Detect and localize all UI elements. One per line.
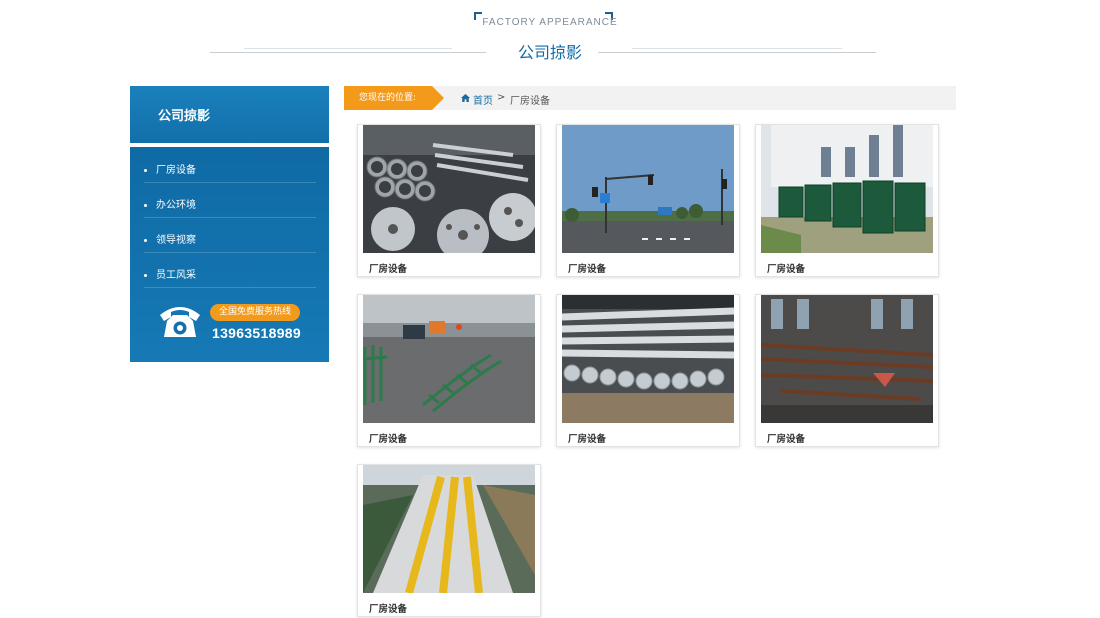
card-caption[interactable]: 厂房设备 [568,261,606,275]
card-caption[interactable]: 厂房设备 [767,431,805,445]
gallery-card[interactable]: 厂房设备 [556,294,740,447]
sidebar-item-office-environment[interactable]: 办公环境 [144,184,316,218]
sidebar-item-factory-equipment[interactable]: 厂房设备 [144,149,316,183]
road-guardrail-installation-photo[interactable] [363,295,535,423]
card-caption[interactable]: 厂房设备 [369,261,407,275]
card-caption[interactable]: 厂房设备 [369,601,407,615]
sidebar-menu: 厂房设备 办公环境 领导视察 员工风采 全国免费服务热线 13963518989 [130,147,329,362]
breadcrumb-home-link[interactable]: 首页 [473,92,493,107]
card-caption[interactable]: 厂房设备 [568,431,606,445]
card-caption[interactable]: 厂房设备 [369,431,407,445]
breadcrumb-current: 厂房设备 [510,96,550,107]
telephone-icon [158,301,202,341]
header-divider-right [598,52,876,53]
sidebar-item-staff-style[interactable]: 员工风采 [144,254,316,288]
header-divider-left-upper [244,48,452,49]
gallery-card[interactable]: 厂房设备 [755,124,939,277]
header-divider-left [210,52,486,53]
sidebar-item-label: 厂房设备 [156,165,196,176]
section-title-cn: 公司掠影 [517,43,582,62]
sidebar-item-label: 办公环境 [156,200,196,211]
traffic-signal-road-photo[interactable] [562,125,734,253]
card-caption[interactable]: 厂房设备 [767,261,805,275]
bullet-icon [144,168,147,172]
gallery-card[interactable]: 厂房设备 [755,294,939,447]
gallery-card[interactable]: 厂房设备 [357,294,541,447]
breadcrumb-arrow [432,86,444,110]
gallery-card[interactable]: 厂房设备 [556,124,740,277]
bullet-icon [144,203,147,207]
bullet-icon [144,273,147,277]
workshop-steel-frames-photo[interactable] [761,295,933,423]
sidebar-item-leadership-visit[interactable]: 领导视察 [144,219,316,253]
header-divider-right-upper [632,48,842,49]
sidebar-item-label: 员工风采 [156,270,196,281]
hotline-badge: 全国免费服务热线 [210,304,300,321]
gallery-card[interactable]: 厂房设备 [357,464,541,617]
gallery-card[interactable]: 厂房设备 [357,124,541,277]
bullet-icon [144,238,147,242]
home-icon[interactable] [461,94,470,102]
sidebar-item-label: 领导视察 [156,235,196,246]
yellow-guardrail-painting-photo[interactable] [363,465,535,593]
steel-pipe-stacks-photo[interactable] [363,125,535,253]
galvanized-poles-photo[interactable] [562,295,734,423]
section-title-en: FACTORY APPEARANCE [482,17,618,28]
green-fence-panels-photo[interactable] [761,125,933,253]
breadcrumb-prefix: 您现在的位置: [344,86,432,110]
breadcrumb-separator: > [497,92,506,103]
sidebar-title: 公司掠影 [130,86,329,143]
hotline-number[interactable]: 13963518989 [212,325,301,341]
